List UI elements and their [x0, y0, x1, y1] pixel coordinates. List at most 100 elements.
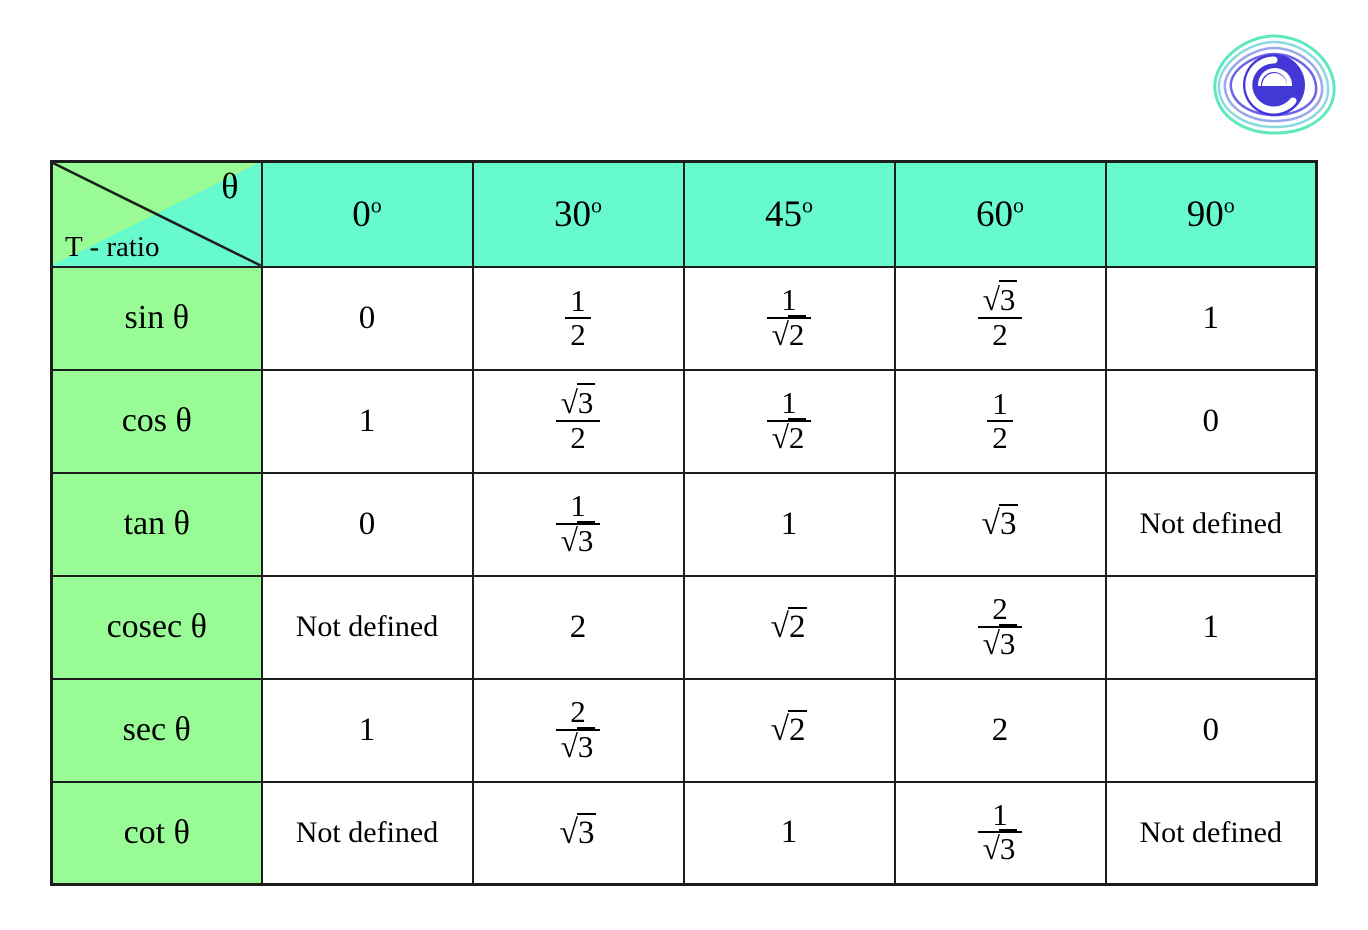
denominator-value: √2 — [771, 417, 807, 455]
denominator-value: √3 — [560, 520, 596, 558]
value-cell: 2 — [471, 574, 685, 680]
value-cell: 1 √2 — [682, 265, 896, 371]
value-cell: 12 — [893, 368, 1107, 474]
radical-value: √2 — [770, 710, 808, 748]
angle-value: 60 — [976, 193, 1013, 235]
corner-header-cell: θ T - ratio — [50, 160, 263, 268]
row-label-cell: sec θ — [50, 677, 263, 783]
row-label-cell: tan θ — [50, 471, 263, 577]
angle-header-45: 45o — [682, 160, 896, 268]
scalar-value: 1 — [358, 711, 376, 748]
fraction: 12 — [987, 385, 1013, 454]
not-defined-text: Not defined — [1139, 815, 1282, 849]
denominator-value: √3 — [982, 623, 1018, 661]
value-cell: 2 √3 — [893, 574, 1107, 680]
table-row: cosec θ Not defined 2 √2 2 √3 1 — [50, 574, 1318, 680]
fraction-denominator: 2 — [987, 420, 1013, 454]
row-label-cell: cosec θ — [50, 574, 263, 680]
fraction-denominator: √2 — [766, 314, 812, 352]
scalar-value: 1 — [1202, 608, 1220, 645]
numerator-value: 2 — [992, 591, 1008, 627]
value-cell: 12 — [471, 265, 685, 371]
not-defined-text: Not defined — [295, 815, 439, 849]
fraction-denominator: √3 — [977, 829, 1023, 867]
row-label-cell: cot θ — [50, 780, 263, 886]
fraction: 2 √3 — [977, 591, 1023, 661]
value-cell: √3 2 — [471, 368, 685, 474]
degree-symbol: o — [1013, 192, 1024, 218]
numerator-value: 2 — [570, 694, 586, 730]
numerator-value: √3 — [560, 383, 596, 421]
value-cell: 1 — [682, 780, 896, 886]
value-cell: Not defined — [260, 780, 474, 886]
value-cell: Not defined — [260, 574, 474, 680]
angle-value: 45 — [765, 193, 802, 235]
angle-header-0: 0o — [260, 160, 474, 268]
numerator-value: 1 — [570, 282, 586, 318]
numerator-value: 1 — [781, 385, 797, 421]
angle-value: 0 — [352, 193, 371, 235]
value-cell: Not defined — [1104, 471, 1318, 577]
scalar-value: 1 — [780, 505, 798, 542]
value-cell: √3 — [471, 780, 685, 886]
denominator-value: √3 — [982, 829, 1018, 867]
value-cell: 1 √2 — [682, 368, 896, 474]
value-cell: 2 √3 — [471, 677, 685, 783]
value-cell: 0 — [260, 471, 474, 577]
radical-value: √2 — [770, 607, 808, 645]
value-cell: 0 — [1104, 368, 1318, 474]
scalar-value: 0 — [1202, 402, 1220, 439]
scalar-value: 1 — [780, 814, 798, 851]
fraction-numerator: √3 — [556, 383, 601, 421]
fraction-numerator: √3 — [978, 280, 1023, 318]
fraction: √3 2 — [555, 383, 601, 454]
scalar-value: 2 — [991, 711, 1009, 748]
fraction: 1 √2 — [766, 282, 812, 352]
degree-symbol: o — [370, 192, 382, 218]
fraction-numerator: 1 — [556, 490, 601, 522]
table-row: cot θ Not defined √3 1 1 √3 Not defined — [50, 780, 1318, 886]
fraction-numerator: 1 — [767, 387, 812, 419]
fraction: 12 — [565, 282, 591, 351]
trigonometric-ratios-table: θ T - ratio 0o 30o 45o 60o 90o sin θ0121… — [50, 160, 1318, 886]
fraction: 1 √2 — [766, 387, 812, 455]
scalar-value: 1 — [1202, 299, 1220, 336]
fraction-numerator: 2 — [556, 696, 601, 728]
value-cell: 1 — [1104, 574, 1318, 680]
numerator-value: 1 — [781, 282, 797, 318]
e-spiral-logo — [1208, 30, 1340, 138]
value-cell: 2 — [893, 677, 1107, 783]
value-cell: √2 — [682, 677, 896, 783]
table-body: sin θ 0 1 2 1 √2 √3 2 1 cos θ 1 √3 2 1 √2 1 2 0 tan θ 0 1 √3 1… — [50, 265, 1318, 886]
numerator-value: 1 — [992, 385, 1008, 421]
table-row: cos θ 1 √3 2 1 √2 1 2 0 — [50, 368, 1318, 474]
value-cell: √3 2 — [893, 265, 1107, 371]
row-label-cell: sin θ — [50, 265, 263, 371]
scalar-value: 0 — [358, 299, 376, 336]
value-cell: 1 — [1104, 265, 1318, 371]
corner-ratio-label: T - ratio — [65, 230, 160, 263]
page-root: θ T - ratio 0o 30o 45o 60o 90o sin θ0121… — [0, 0, 1368, 930]
value-cell: 1 √3 — [893, 780, 1107, 886]
fraction-denominator: √3 — [555, 520, 601, 558]
numerator-value: 1 — [570, 488, 586, 524]
value-cell: √3 — [893, 471, 1107, 577]
table-header-row: θ T - ratio 0o 30o 45o 60o 90o — [50, 160, 1318, 268]
radical-value: √3 — [559, 812, 597, 851]
fraction-numerator: 1 — [565, 282, 591, 318]
table-row: sin θ 0 1 2 1 √2 √3 2 1 — [50, 265, 1318, 371]
value-cell: 1 — [260, 677, 474, 783]
numerator-value: 1 — [992, 797, 1008, 833]
scalar-value: 2 — [569, 608, 587, 645]
degree-symbol: o — [802, 192, 813, 218]
angle-value: 90 — [1186, 193, 1224, 235]
angle-header-30: 30o — [471, 160, 685, 268]
row-label-cell: cos θ — [50, 368, 263, 474]
scalar-value: 1 — [358, 402, 376, 439]
value-cell: 1 √3 — [471, 471, 685, 577]
fraction-denominator: √3 — [555, 726, 601, 764]
angle-header-60: 60o — [893, 160, 1107, 268]
value-cell: 0 — [260, 265, 474, 371]
corner-theta-label: θ — [221, 166, 239, 206]
table-row: sec θ 1 2 √3 √2 2 0 — [50, 677, 1318, 783]
